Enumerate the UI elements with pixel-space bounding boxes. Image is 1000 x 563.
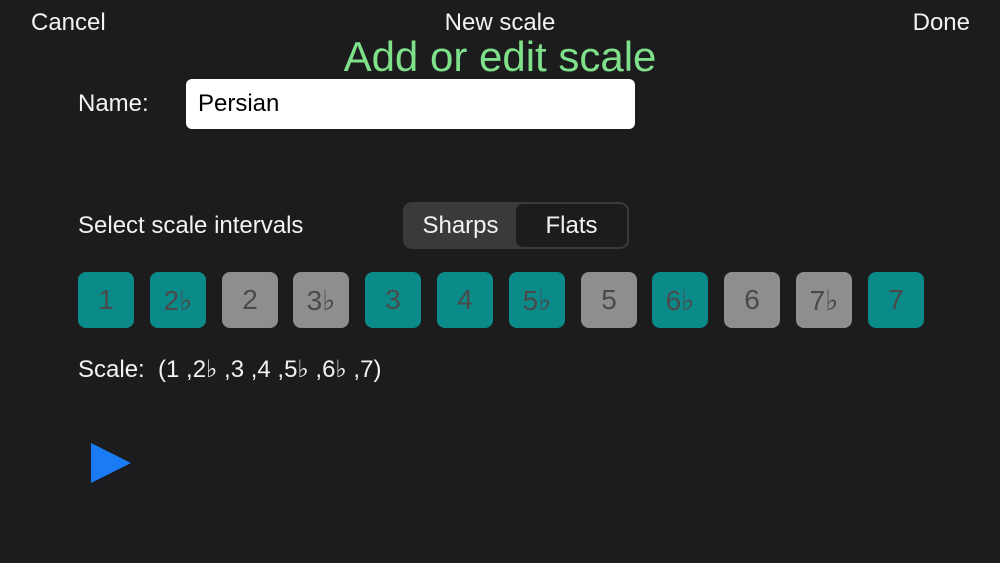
interval-button[interactable]: 7 (868, 272, 924, 328)
scale-label: Scale: (78, 356, 145, 383)
name-label: Name: (78, 90, 149, 117)
interval-button[interactable]: 7♭ (796, 272, 852, 328)
interval-buttons: 1 2♭ 2 3♭ 3 4 5♭ 5 6♭ 6 7♭ 7 (78, 272, 924, 328)
segment-sharps[interactable]: Sharps (405, 204, 516, 247)
play-button[interactable] (90, 442, 132, 484)
interval-button[interactable]: 3 (365, 272, 421, 328)
interval-button[interactable]: 2♭ (150, 272, 206, 328)
interval-button[interactable]: 6 (724, 272, 780, 328)
interval-button[interactable]: 2 (222, 272, 278, 328)
interval-button[interactable]: 6♭ (652, 272, 708, 328)
scale-summary: Scale: (1 ,2♭ ,3 ,4 ,5♭ ,6♭ ,7) (78, 355, 381, 385)
name-field[interactable] (186, 79, 635, 129)
interval-button[interactable]: 5 (581, 272, 637, 328)
scale-value: (1 ,2♭ ,3 ,4 ,5♭ ,6♭ ,7) (158, 356, 382, 383)
interval-button[interactable]: 5♭ (509, 272, 565, 328)
accidentals-segmented-control: Sharps Flats (403, 202, 629, 249)
interval-button[interactable]: 1 (78, 272, 134, 328)
interval-button[interactable]: 4 (437, 272, 493, 328)
segment-flats[interactable]: Flats (516, 204, 627, 247)
caption-overlay: Add or edit scale (343, 33, 657, 80)
new-scale-screen: Cancel New scale Done Add or edit scale … (0, 0, 1000, 563)
nav-title: New scale (444, 9, 556, 36)
interval-button[interactable]: 3♭ (293, 272, 349, 328)
intervals-label: Select scale intervals (78, 212, 304, 239)
play-icon (91, 443, 131, 483)
